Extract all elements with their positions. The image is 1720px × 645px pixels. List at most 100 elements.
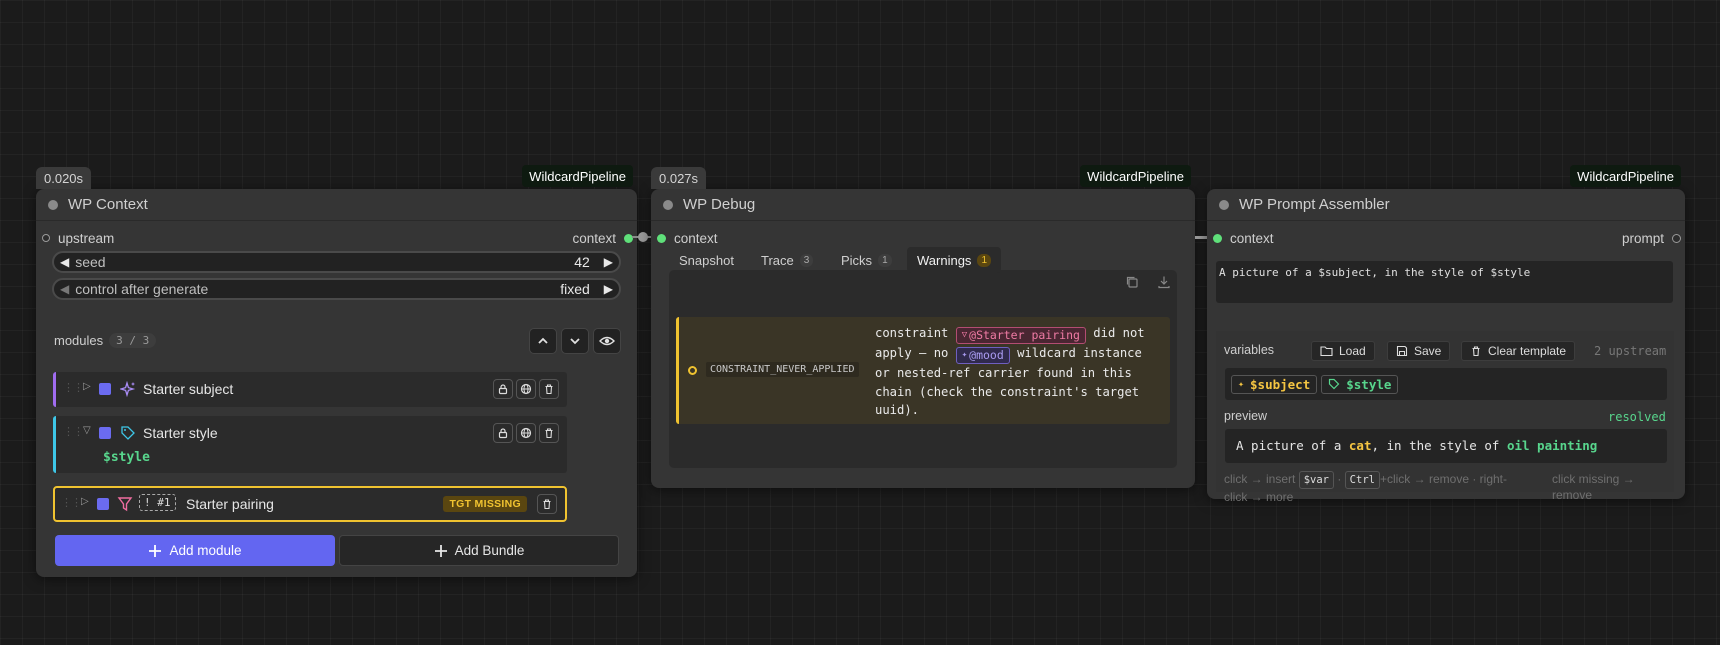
variable-chip-style[interactable]: $style [1321,374,1399,394]
reroute-dot[interactable] [638,232,648,242]
chip-label: @Starter pairing [969,328,1080,342]
help-text: click → insert [1224,472,1296,486]
preview-box: A picture of a cat, in the style of oil … [1225,429,1667,463]
tab-label: Picks [841,252,873,268]
context-input-slot[interactable]: context [657,228,718,248]
seed-widget[interactable]: ◀ seed 42 ▶ [52,251,621,273]
eye-icon [599,336,615,346]
download-icon [1158,276,1170,289]
preview-text: , in the style of [1371,438,1507,453]
preview-status: resolved [1608,410,1666,424]
globe-icon [520,383,532,395]
module-row[interactable]: ⋮⋮ ▽ Starter style $style [53,416,567,473]
visibility-button[interactable] [593,328,621,354]
tab-picks[interactable]: Picks 1 [831,247,902,273]
filter-icon [117,497,133,512]
increment-arrow-icon[interactable]: ▶ [604,282,613,296]
sparkle-icon: ✦ [1238,378,1245,390]
drag-handle-icon[interactable]: ⋮⋮ [61,496,82,509]
move-up-button[interactable] [529,328,557,354]
expand-triangle-icon[interactable]: ▷ [81,496,89,507]
globe-button[interactable] [516,379,536,399]
context-input-slot[interactable]: context [1213,228,1274,248]
output-slot-dot[interactable] [1672,233,1681,243]
variable-chip-subject[interactable]: ✦ $subject [1231,374,1318,394]
tag-icon [1329,378,1340,390]
save-button[interactable]: Save [1387,341,1451,361]
output-slot-dot[interactable] [624,233,633,243]
tab-count: 1 [977,253,991,267]
drag-handle-icon[interactable]: ⋮⋮ [63,425,84,438]
module-ref-chip[interactable]: ▽ @Starter pairing [955,327,1086,344]
pipeline-badge: WildcardPipeline [522,165,633,187]
module-value[interactable]: $style [103,450,150,465]
tab-warnings[interactable]: Warnings 1 [907,247,1001,273]
lock-icon [498,428,508,439]
preview-label: preview [1224,409,1268,423]
add-module-button[interactable]: Add module [55,535,335,566]
save-label: Save [1414,344,1442,358]
variables-list: ✦ $subject $style [1225,368,1667,400]
upstream-count: 2 upstream [1594,344,1667,358]
move-down-button[interactable] [561,328,589,354]
kbd-var: $var [1298,471,1334,489]
warning-text: wildcard instance [1017,346,1142,360]
delete-button[interactable] [539,423,559,443]
clear-template-button[interactable]: Clear template [1461,341,1576,361]
lock-button[interactable] [493,423,513,443]
download-button[interactable] [1157,275,1171,292]
input-slot-dot[interactable] [657,233,666,243]
delete-button[interactable] [537,494,557,514]
collapse-triangle-icon[interactable]: ▽ [83,425,91,436]
help-text: click missing → [1552,472,1635,486]
load-button[interactable]: Load [1311,341,1375,361]
trash-icon [543,499,551,510]
module-row[interactable]: ⋮⋮ ▷ ! #1 Starter pairing TGT MISSING [53,486,567,522]
template-textarea[interactable]: A picture of a $subject, in the style of… [1216,261,1673,303]
increment-arrow-icon[interactable]: ▶ [604,255,613,269]
node-header[interactable]: WP Debug [651,189,1195,221]
ref-badge[interactable]: ! #1 [139,494,176,511]
drag-handle-icon[interactable]: ⋮⋮ [63,381,84,394]
tab-snapshot[interactable]: Snapshot [669,247,744,273]
module-color-swatch[interactable] [99,383,111,395]
decrement-arrow-icon[interactable]: ◀ [60,282,69,296]
module-row[interactable]: ⋮⋮ ▷ Starter subject [53,372,567,407]
context-output-slot[interactable]: context [572,228,633,248]
expand-triangle-icon[interactable]: ▷ [83,381,91,392]
input-slot-dot[interactable] [42,234,50,242]
globe-button[interactable] [516,423,536,443]
node-header[interactable]: WP Context [36,189,637,221]
lock-button[interactable] [493,379,513,399]
widget-value: 42 [574,254,590,270]
kbd-ctrl: Ctrl [1344,471,1380,489]
decrement-arrow-icon[interactable]: ◀ [60,255,69,269]
warning-code: CONSTRAINT_NEVER_APPLIED [706,362,859,377]
trash-icon [545,428,553,439]
add-bundle-button[interactable]: Add Bundle [339,535,619,566]
copy-button[interactable] [1125,275,1139,292]
control-after-generate-widget[interactable]: ◀ control after generate fixed ▶ [52,278,621,300]
node-header[interactable]: WP Prompt Assembler [1207,189,1685,221]
tab-trace[interactable]: Trace 3 [751,247,823,273]
module-color-swatch[interactable] [99,427,111,439]
upstream-input-slot[interactable]: upstream [42,228,114,248]
globe-icon [520,427,532,439]
output-slot-label: prompt [1621,230,1664,246]
help-text-right: click missing → remove [1552,471,1672,503]
node-title: WP Context [68,196,148,213]
delete-button[interactable] [539,379,559,399]
plus-icon [149,544,162,557]
help-text: +click → remove · right- [1379,472,1507,486]
prompt-output-slot[interactable]: prompt [1622,228,1681,248]
mood-ref-chip[interactable]: ✦ @mood [955,347,1010,364]
node-title: WP Prompt Assembler [1239,196,1390,213]
widget-label: control after generate [75,281,209,297]
connection-link[interactable] [1195,236,1207,239]
input-slot-dot[interactable] [1213,233,1222,243]
tab-label: Snapshot [679,252,734,268]
warning-message: constraint ▽ @Starter pairing did not app… [875,324,1165,420]
wp-context-node[interactable]: 0.020s WildcardPipeline WP Context upstr… [36,165,637,577]
module-color-swatch[interactable] [97,498,109,510]
trash-icon [545,384,553,395]
